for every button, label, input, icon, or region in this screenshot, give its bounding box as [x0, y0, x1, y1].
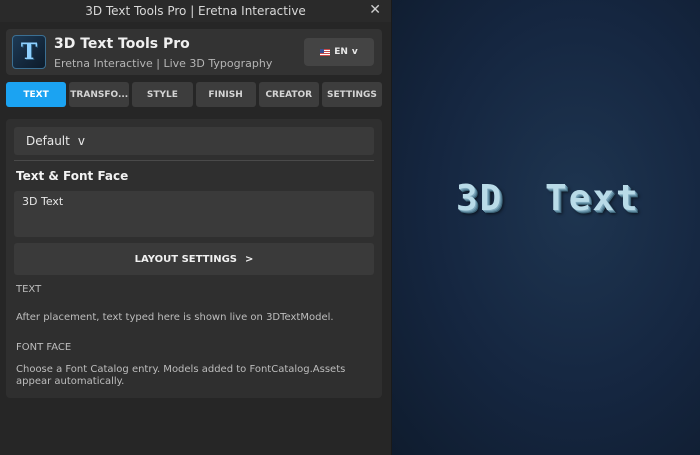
plugin-header: T 3D Text Tools Pro Eretna Interactive |… [6, 29, 382, 75]
app-name: 3D Text Tools Pro [54, 36, 190, 52]
text-help: After placement, text typed here is show… [16, 312, 334, 323]
title-bar[interactable]: 3D Text Tools Pro | Eretna Interactive ✕ [0, 0, 391, 22]
divider [14, 160, 374, 161]
3d-text-preview[interactable]: 3D Text [456, 178, 640, 219]
app-subtitle: Eretna Interactive | Live 3D Typography [54, 57, 273, 70]
tab-style[interactable]: STYLE [132, 82, 193, 107]
chevron-right-icon: > [244, 253, 254, 265]
tab-finish[interactable]: FINISH [195, 82, 256, 107]
layout-settings-label: LAYOUT SETTINGS [134, 253, 237, 265]
app-logo-icon: T [12, 35, 46, 69]
plugin-window: 3D Text Tools Pro | Eretna Interactive ✕… [0, 0, 392, 455]
text-panel: Default v Text & Font Face 3D Text LAYOU… [6, 119, 382, 398]
tab-transform[interactable]: TRANSFO... [69, 82, 130, 107]
chevron-down-icon: v [77, 134, 85, 148]
text-label: TEXT [16, 284, 42, 295]
chevron-down-icon: v [351, 47, 358, 57]
tab-creator[interactable]: CREATOR [258, 82, 319, 107]
preset-dropdown[interactable]: Default v [14, 127, 374, 155]
window-title: 3D Text Tools Pro | Eretna Interactive [85, 4, 306, 18]
section-title: Text & Font Face [16, 169, 129, 183]
3d-viewport[interactable]: 3D Text [392, 0, 700, 455]
font-face-label: FONT FACE [16, 342, 72, 353]
tab-text[interactable]: TEXT [6, 82, 67, 107]
font-face-help: Choose a Font Catalog entry. Models adde… [16, 364, 346, 387]
text-input[interactable]: 3D Text [14, 191, 374, 237]
us-flag-icon [320, 48, 331, 56]
language-button[interactable]: EN v [304, 38, 374, 66]
tab-bar: TEXT TRANSFO... STYLE FINISH CREATOR SET… [6, 82, 383, 107]
preset-value: Default [26, 134, 70, 148]
close-icon[interactable]: ✕ [369, 2, 381, 18]
language-label: EN [334, 47, 348, 57]
tab-settings[interactable]: SETTINGS [321, 82, 383, 107]
layout-settings-button[interactable]: LAYOUT SETTINGS > [14, 243, 374, 275]
